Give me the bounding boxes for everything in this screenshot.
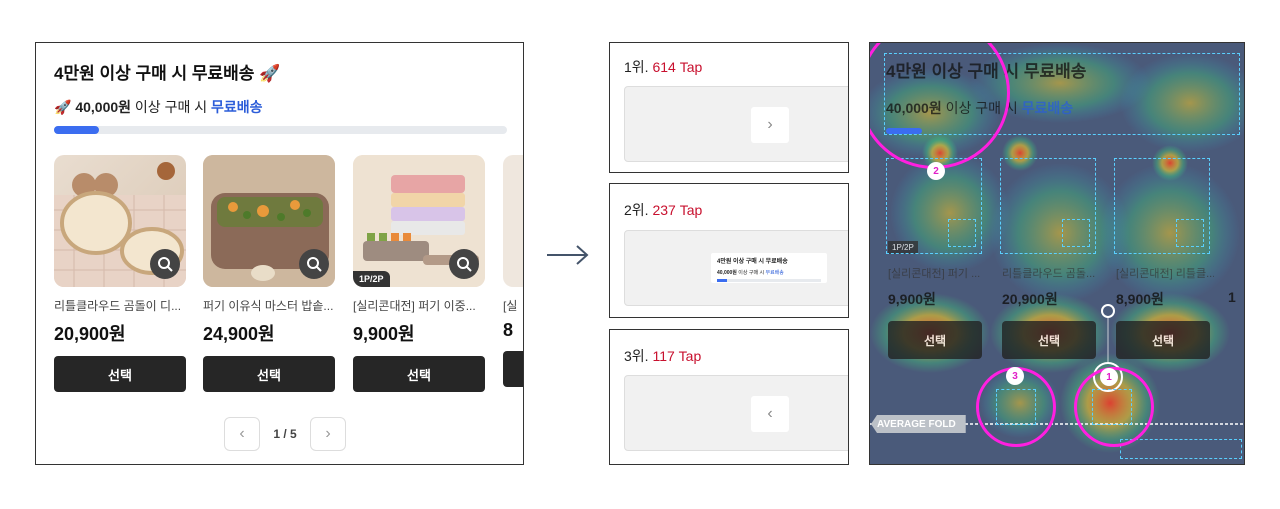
- select-button[interactable]: 선택: [353, 356, 485, 392]
- zoom-icon[interactable]: [299, 249, 329, 279]
- heatmap-product-name: 리틀클라우드 곰돌...: [1002, 268, 1096, 280]
- rank-number: 1위.: [624, 59, 649, 75]
- rank-2-panel: 2위. 237 Tap 4만원 이상 구매 시 무료배송 40,000원 이상 …: [609, 183, 849, 318]
- heatmap-select-button: 선택: [1116, 321, 1210, 359]
- zoom-zone: [1062, 219, 1090, 247]
- rank-1-panel: 1위. 614 Tap ›: [609, 42, 849, 173]
- product-name[interactable]: [실: [503, 297, 523, 314]
- product-card[interactable]: 1P/2P [실리콘대전] 퍼기 이중... 9,900원 선택: [353, 155, 485, 392]
- product-card[interactable]: 리틀클라우드 곰돌이 디... 20,900원 선택: [54, 155, 186, 392]
- product-card[interactable]: [실 8: [503, 155, 523, 387]
- product-image[interactable]: [54, 155, 186, 287]
- prev-page-button[interactable]: ‹: [224, 417, 260, 451]
- heatmap-product-price: 1: [1228, 289, 1236, 305]
- free-shipping-card: 4만원 이상 구매 시 무료배송 🚀 🚀 40,000원 이상 구매 시 무료배…: [35, 42, 524, 465]
- product-card[interactable]: 퍼기 이유식 마스터 밥솥... 24,900원 선택: [203, 155, 335, 392]
- threshold-amount: 40,000원: [75, 99, 132, 115]
- preview-title: 4만원 이상 구매 시 무료배송: [717, 259, 788, 265]
- product-image[interactable]: [503, 155, 523, 287]
- page-indicator: 1 / 5: [273, 427, 297, 441]
- rank-number: 2위.: [624, 202, 649, 218]
- rank-1-thumbnail: ›: [624, 86, 848, 162]
- heatmap-product-price: 9,900원: [888, 291, 936, 307]
- select-button[interactable]: [503, 351, 523, 387]
- tap-count: 117 Tap: [652, 348, 702, 364]
- rank-2-preview: 4만원 이상 구매 시 무료배송 40,000원 이상 구매 시 무료배송: [711, 253, 827, 283]
- heatmap-select-button: 선택: [1002, 321, 1096, 359]
- next-page-button[interactable]: ›: [310, 417, 346, 451]
- rank-3-panel: 3위. 117 Tap ‹: [609, 329, 849, 465]
- progress-fill: [54, 126, 100, 134]
- product-name[interactable]: 리틀클라우드 곰돌이 디...: [54, 297, 186, 314]
- zoom-icon[interactable]: [449, 249, 479, 279]
- product-price: 20,900원: [54, 324, 126, 344]
- tap-count: 237 Tap: [652, 202, 703, 218]
- product-name[interactable]: [실리콘대전] 퍼기 이중...: [353, 297, 485, 314]
- heatmap-product-name: [실리콘대전] 리틀클...: [1116, 268, 1214, 280]
- marker-3: 3: [1006, 367, 1024, 385]
- select-button[interactable]: 선택: [203, 356, 335, 392]
- tap-count: 614 Tap: [652, 59, 703, 75]
- free-shipping-highlight: 무료배송: [211, 99, 263, 115]
- subtitle-middle: 이상 구매 시: [131, 99, 211, 115]
- product-price: 8: [503, 320, 514, 340]
- select-button[interactable]: 선택: [54, 356, 186, 392]
- product-name[interactable]: 퍼기 이유식 마스터 밥솥...: [203, 297, 335, 314]
- rank-3-thumbnail: ‹: [624, 375, 848, 451]
- zoom-zone: [948, 219, 976, 247]
- heatmap-product-name: [실리콘대전] 퍼기 ...: [888, 268, 981, 280]
- marker-2: 2: [927, 162, 945, 180]
- rank-number: 3위.: [624, 348, 649, 364]
- product-tag: 1P/2P: [353, 271, 390, 287]
- chevron-right-icon: ›: [751, 107, 789, 143]
- tap-heatmap: 4만원 이상 구매 시 무료배송 40,000원 이상 구매 시 무료배송 1P…: [869, 42, 1245, 465]
- heatmap-product-price: 8,900원: [1116, 291, 1164, 307]
- chevron-left-icon: ‹: [751, 396, 789, 432]
- footer-zone: [1120, 439, 1242, 459]
- zoom-zone: [1176, 219, 1204, 247]
- preview-progress: [717, 279, 821, 282]
- product-price: 9,900원: [353, 324, 415, 344]
- card-title: 4만원 이상 구매 시 무료배송 🚀: [54, 64, 281, 83]
- rank-2-thumbnail: 4만원 이상 구매 시 무료배송 40,000원 이상 구매 시 무료배송: [624, 230, 848, 306]
- preview-middle: 이상 구매 시: [736, 270, 766, 276]
- rank-label: 2위. 237 Tap: [624, 200, 702, 220]
- product-image[interactable]: [203, 155, 335, 287]
- pagination: ‹ 1 / 5 ›: [224, 417, 346, 451]
- preview-subtitle: 40,000원 이상 구매 시 무료배송: [717, 269, 821, 276]
- heatmap-select-button: 선택: [888, 321, 982, 359]
- progress-bar: [54, 126, 507, 134]
- arrow-right-icon: [547, 245, 589, 265]
- product-price: 24,900원: [203, 324, 275, 344]
- rank-label: 1위. 614 Tap: [624, 57, 702, 77]
- product-image[interactable]: 1P/2P: [353, 155, 485, 287]
- rocket-icon: 🚀: [54, 99, 76, 115]
- preview-progress-fill: [717, 279, 727, 282]
- rank-label: 3위. 117 Tap: [624, 346, 701, 366]
- zoom-icon[interactable]: [150, 249, 180, 279]
- average-fold-label: AVERAGE FOLD: [871, 415, 966, 433]
- free-shipping-subtitle: 🚀 40,000원 이상 구매 시 무료배송: [54, 97, 263, 117]
- preview-highlight: 무료배송: [765, 270, 784, 276]
- preview-amount: 40,000원: [717, 270, 737, 276]
- heatmap-product-price: 20,900원: [1002, 291, 1058, 307]
- marker-1: 1: [1100, 368, 1118, 386]
